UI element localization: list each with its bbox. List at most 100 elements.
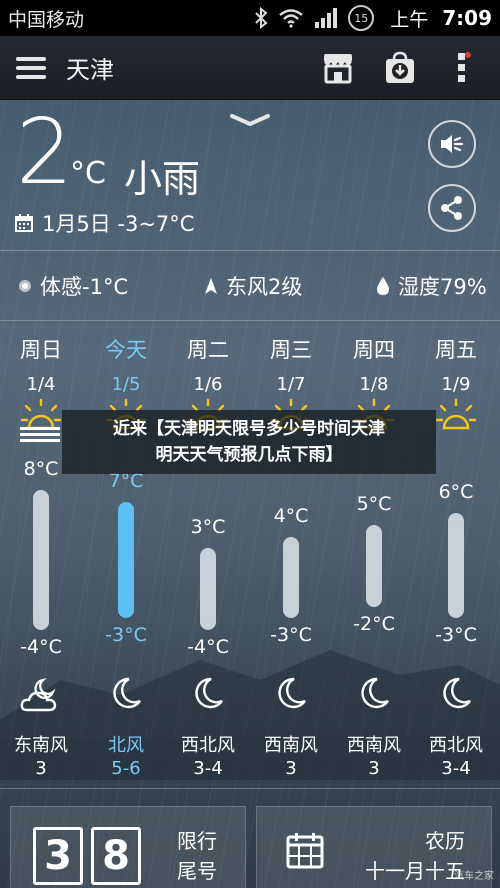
temperature-range-bar [283, 536, 299, 619]
speaker-icon [441, 135, 464, 153]
forecast-night-icon-wrap [352, 676, 396, 716]
menu-icon[interactable] [16, 56, 46, 79]
ampm-label: 上午 [390, 8, 429, 31]
forecast-weekday: 周五 [435, 338, 477, 362]
wind-text: 东风2级 [226, 275, 303, 299]
divider-middle [0, 320, 500, 321]
wind-stat: 东风2级 [204, 271, 302, 301]
city-title[interactable]: 天津 [66, 50, 298, 85]
forecast-night-icon-wrap [19, 676, 63, 716]
forecast-weekday: 今天 [105, 338, 147, 362]
forecast-night-icon-wrap [104, 676, 148, 716]
store-button[interactable] [316, 46, 360, 90]
forecast-wind-direction: 东南风 [14, 735, 68, 756]
current-temperature: 2 [16, 100, 74, 205]
forecast-low-temp: -3°C [270, 624, 312, 647]
moon-icon [195, 677, 223, 709]
forecast-high-temp: 5°C [356, 493, 392, 515]
stats-row: 体感-1°C 东风2级 湿度79% [0, 266, 500, 306]
forecast-low-temp: -4°C [187, 636, 229, 658]
forecast-day-4[interactable]: 周四 1/8 [333, 334, 415, 395]
wifi-icon [279, 9, 303, 28]
plate-label-1: 限行 [177, 829, 217, 853]
lunar-date: 十一月十五 [365, 859, 465, 883]
forecast-low-temp: -3°C [105, 624, 147, 647]
forecast-date: 1/8 [359, 374, 389, 395]
moon-icon [443, 677, 471, 709]
forecast-high-temp: 3°C [190, 516, 226, 539]
date-range-text: 1月5日 -3~7°C [42, 212, 195, 236]
download-bag-icon [386, 51, 414, 83]
forecast-day-5[interactable]: 周五 1/9 [415, 334, 497, 395]
temperature-range-bar [366, 525, 382, 607]
download-button[interactable] [378, 46, 422, 90]
feels-like-stat: 体感-1°C [18, 271, 128, 301]
moon-icon [113, 677, 141, 709]
temperature-range-bar [448, 513, 464, 619]
forecast-day-1[interactable]: 今天 1/5 [85, 334, 167, 395]
feels-like-text: 体感-1°C [40, 275, 129, 299]
temperature-range-bar [200, 548, 216, 630]
plate-digit-1: 3 [33, 827, 83, 885]
haze-lines [20, 424, 60, 445]
wind-direction-icon [205, 278, 217, 294]
forecast-day-0[interactable]: 周日 1/4 [0, 334, 82, 395]
share-icon [441, 196, 462, 220]
forecast-wind-level: 5-6 [111, 758, 141, 779]
forecast-weekday: 周日 [20, 338, 62, 362]
dot-icon [19, 280, 31, 292]
forecast-weekday: 周三 [270, 338, 312, 362]
moon-icon [361, 677, 389, 709]
divider-top [0, 250, 500, 251]
forecast-wind-level: 3-4 [441, 758, 471, 779]
banner-line-2: 明天天气预报几点下雨】 [155, 445, 343, 465]
plate-label-2: 尾号 [177, 859, 217, 883]
store-icon [324, 53, 352, 83]
bluetooth-icon [255, 7, 268, 29]
more-options-button[interactable] [440, 46, 484, 90]
forecast-high-temp: 4°C [273, 504, 309, 527]
forecast-low-temp: -4°C [20, 636, 62, 658]
forecast-wind-level: 3-4 [193, 758, 223, 779]
current-condition: 小雨 [124, 157, 201, 201]
chevron-down-icon[interactable] [228, 112, 272, 128]
forecast-low-temp: -2°C [353, 612, 395, 635]
temperature-range-bar [33, 490, 49, 630]
cloud-moon-icon [20, 678, 57, 712]
forecast-wind-level: 3 [35, 758, 47, 779]
temperature-range-bar [118, 501, 134, 619]
sun-icon [436, 398, 476, 430]
forecast-date: 1/7 [276, 374, 306, 395]
forecast-low-temp: -3°C [435, 624, 477, 647]
calendar-icon [15, 214, 33, 232]
banner-line-1: 近来【天津明天限号多少号时间天津 [113, 419, 385, 439]
share-button[interactable] [428, 184, 476, 232]
forecast-date: 1/5 [111, 374, 141, 395]
plate-digit-2: 8 [91, 827, 141, 885]
watermark: 汽车之家 [454, 871, 494, 882]
calendar-grid-icon [286, 833, 324, 869]
forecast-date: 1/6 [193, 374, 223, 395]
temperature-unit: °C [70, 156, 106, 191]
forecast-day-3[interactable]: 周三 1/7 [250, 334, 332, 395]
forecast-wind-direction: 西北风 [181, 735, 235, 756]
forecast-high-temp: 6°C [438, 481, 474, 504]
humidity-text: 湿度79% [398, 275, 487, 299]
forecast-day-2[interactable]: 周二 1/6 [167, 334, 249, 395]
forecast-wind-direction: 西南风 [347, 735, 401, 756]
forecast-night-icon-wrap [269, 676, 313, 716]
water-drop-icon [377, 277, 389, 295]
plate-restriction-card[interactable]: 3 8 限行 尾号 [10, 806, 246, 888]
article-title-banner: 近来【天津明天限号多少号时间天津 明天天气预报几点下雨】 [62, 410, 436, 474]
humidity-stat: 湿度79% [376, 271, 487, 301]
forecast-wind-level: 3 [368, 758, 380, 779]
forecast-wind-direction: 北风 [108, 735, 144, 756]
forecast-weekday: 周二 [187, 338, 229, 362]
forecast-day-icon-wrap [434, 398, 478, 438]
carrier-name: 中国移动 [8, 8, 85, 31]
more-vertical-icon [458, 51, 471, 82]
moon-icon [278, 677, 306, 709]
forecast-wind-direction: 西南风 [264, 735, 318, 756]
voice-broadcast-button[interactable] [428, 120, 476, 168]
forecast-night-icon-wrap [186, 676, 230, 716]
